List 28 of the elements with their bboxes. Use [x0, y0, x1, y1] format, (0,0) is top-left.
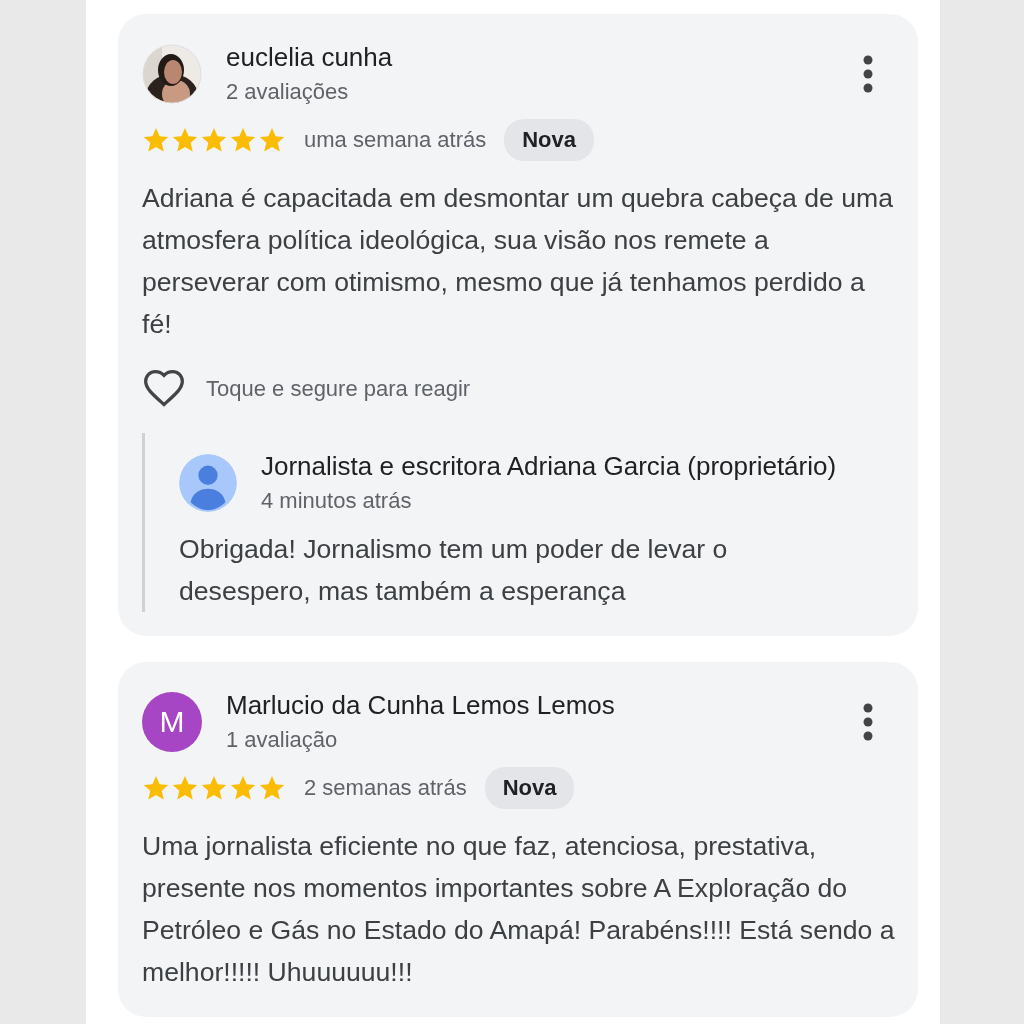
owner-name: Jornalista e escritora Adriana Garcia (proprietário) — [261, 451, 838, 482]
star-icon — [171, 126, 199, 154]
star-icon — [200, 126, 228, 154]
review-text: Uma jornalista eficiente no que faz, atenciosa, prestativa, presente nos momentos importantes sobre A Exploração do Petróleo e Gás no Estado do Amapá! Parabéns!!!! Está sendo a melhor!!!!! Uhuuuuuu!!! — [142, 830, 896, 989]
star-icon — [142, 126, 170, 154]
review-count: 1 avaliação — [226, 727, 339, 753]
new-badge: Nova — [484, 767, 575, 809]
new-badge: Nova — [504, 119, 594, 161]
star-icon — [258, 126, 286, 154]
reviewer-name[interactable]: euclelia cunha — [226, 42, 838, 73]
star-icon — [229, 126, 257, 154]
reviewer-name[interactable]: Marlucio da Cunha Lemos Lemos — [226, 690, 838, 721]
more-options-icon[interactable] — [862, 53, 874, 94]
more-options-icon[interactable] — [862, 701, 874, 742]
react-hint: Toque e segure para reagir — [206, 376, 471, 402]
review-time: uma semana atrás — [304, 127, 487, 153]
reply-time: 4 minutos atrás — [261, 488, 413, 514]
avatar-initial: M — [142, 691, 202, 752]
review-time: 2 semanas atrás — [304, 775, 467, 801]
review-count: 2 avaliações — [226, 79, 350, 105]
star-icon — [258, 774, 286, 802]
reply-text: Obrigada! Jornalismo tem um poder de levar o desespero, mas também a esperança — [179, 533, 729, 608]
review-text: Adriana é capacitada em desmontar um quebra cabeça de uma atmosfera política ideológica, sua visão nos remete a perseverar com otimismo, mesmo que já tenhamos perdido a fé! — [142, 182, 894, 341]
star-icon — [229, 774, 257, 802]
star-icon — [171, 774, 199, 802]
star-icon — [142, 774, 170, 802]
star-icon — [200, 774, 228, 802]
user-avatar-icon — [179, 453, 237, 512]
